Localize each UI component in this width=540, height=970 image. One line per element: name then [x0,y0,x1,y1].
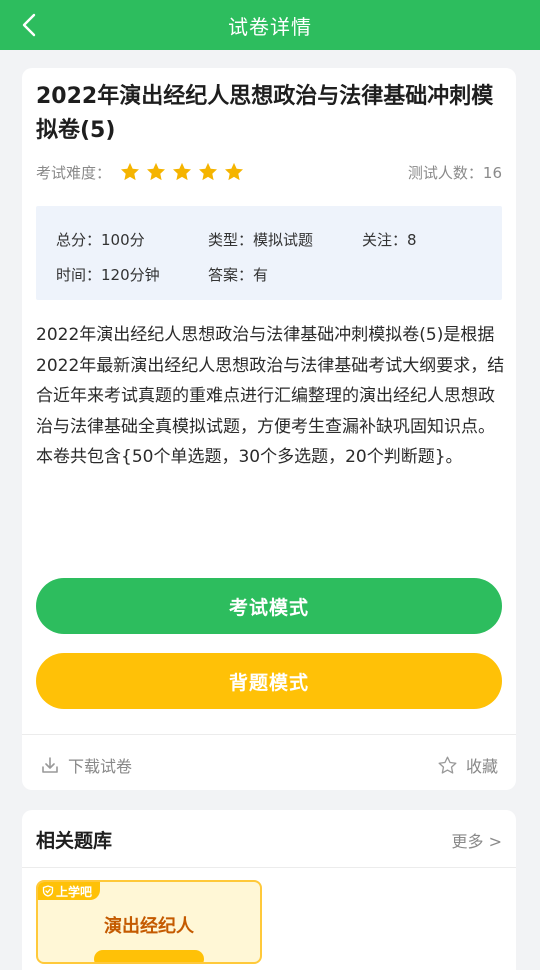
related-banks-section: 相关题库 更多 > 上学吧 演出经纪人 [22,810,516,970]
study-mode-button[interactable]: 背题模式 [36,653,502,709]
exam-time: 时间：120分钟 [56,266,160,284]
total-score: 总分：100分 [56,231,145,249]
bank-name: 演出经纪人 [104,916,194,937]
shield-check-icon [42,885,54,897]
back-button[interactable] [14,10,44,40]
star-icon [173,162,191,181]
more-link[interactable]: 更多 > [452,828,503,852]
exam-mode-button[interactable]: 考试模式 [36,578,502,634]
download-icon [42,757,58,773]
brand-name: 上学吧 [56,884,93,899]
divider [22,734,516,735]
favorite-label: 收藏 [465,757,498,776]
download-label: 下载试卷 [68,757,133,776]
paper-title: 2022年演出经纪人思想政治与法律基础冲刺模拟卷(5) [36,84,494,143]
paper-type: 类型：模拟试题 [208,231,314,249]
related-title: 相关题库 [36,830,113,852]
difficulty-label: 考试难度： [36,163,112,182]
bank-action-bar [94,950,204,962]
chevron-left-icon [22,13,36,37]
star-icon [225,162,243,181]
top-bar: 试卷详情 [0,0,540,50]
star-icon [199,162,217,181]
difficulty-stars [119,161,249,183]
paper-description: 2022年演出经纪人思想政治与法律基础冲刺模拟卷(5)是根据2022年最新演出经… [36,325,505,467]
paper-detail-card: 2022年演出经纪人思想政治与法律基础冲刺模拟卷(5) 考试难度： 测试人数：1… [22,68,516,790]
follow-count: 关注：8 [362,231,417,249]
star-icon [147,162,165,181]
divider [22,867,516,868]
star-icon [121,162,139,181]
answer-available: 答案：有 [208,266,269,284]
favorite-button[interactable]: 收藏 [437,752,498,778]
brand-tag: 上学吧 [38,882,101,900]
download-paper-button[interactable]: 下载试卷 [40,752,132,778]
related-bank-card[interactable]: 上学吧 演出经纪人 [36,880,262,964]
star-outline-icon [438,756,457,774]
difficulty-row: 考试难度： 测试人数：16 [36,160,502,184]
page-title: 试卷详情 [228,14,312,39]
tester-count: 测试人数：16 [407,163,502,182]
paper-info-box: 总分：100分 类型：模拟试题 关注：8 时间：120分钟 答案：有 [36,206,502,300]
